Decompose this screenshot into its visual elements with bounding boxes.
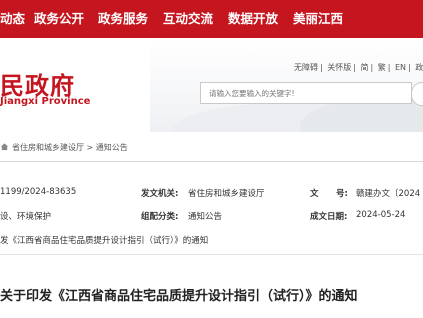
gov-affairs-link[interactable]: 政务 [415,63,423,72]
date-label: 成文日期: [310,212,348,222]
doc-number-label-2: 号: [336,189,348,199]
divider [0,161,423,162]
nav-item-gov-affairs-open[interactable]: 政务公开 [34,11,84,27]
date-value: 2024-05-24 [356,210,406,220]
care-version-link[interactable]: 关怀版 [327,63,351,72]
top-nav-bar: 动态 政务公开 政务服务 互动交流 数据开放 美丽江西 [0,0,423,38]
topic-value: 设、环境保护 [0,212,52,222]
accessibility-link[interactable]: 无障碍 [294,63,318,72]
nav-item-beautiful-jiangxi[interactable]: 美丽江西 [293,11,343,27]
english-link[interactable]: EN [395,63,406,72]
issuer-value: 省住房和城乡建设厅 [188,189,265,199]
index-number-value: 1199/2024-83635 [0,187,77,197]
separator: | [370,63,374,72]
separator: | [353,63,356,72]
document-title: 关于印发《江西省商品住宅品质提升设计指引（试行）》的通知 [0,289,358,304]
category-value: 通知公告 [188,212,223,222]
nav-item-gov-services[interactable]: 政务服务 [98,11,148,27]
separator: | [408,63,411,72]
separator: | [320,63,323,72]
simplified-chinese-link[interactable]: 简 [361,63,369,72]
breadcrumb-text[interactable]: 省住房和城乡建设厅 > 通知公告 [12,143,128,152]
home-icon[interactable] [0,142,9,151]
search-box [200,82,412,104]
category-label: 组配分类: [141,212,179,222]
issuer-label: 发文机关: [141,189,179,199]
divider [0,254,423,255]
utility-links: 无障碍| 关怀版| 简| 繁| EN| 政务 [294,62,423,73]
doc-number-value: 赣建办文〔2024 [356,189,421,199]
traditional-chinese-link[interactable]: 繁 [378,63,386,72]
separator: | [387,63,391,72]
breadcrumb: 省住房和城乡建设厅 > 通知公告 [0,142,128,153]
nav-item-open-data[interactable]: 数据开放 [228,11,278,27]
nav-item-news[interactable]: 动态 [0,11,25,27]
doc-number-label: 文 [310,189,319,199]
nav-item-interaction[interactable]: 互动交流 [163,11,213,27]
site-header: 民政府 Jiangxi Province 无障碍 | 关怀版 | 简 | 繁 | EN |… [0,38,423,132]
subject-line: 发《江西省商品住宅品质提升设计指引（试行）》的通知 [0,236,209,246]
site-subtitle: Jiangxi Province [0,96,91,107]
search-input[interactable] [209,85,389,101]
